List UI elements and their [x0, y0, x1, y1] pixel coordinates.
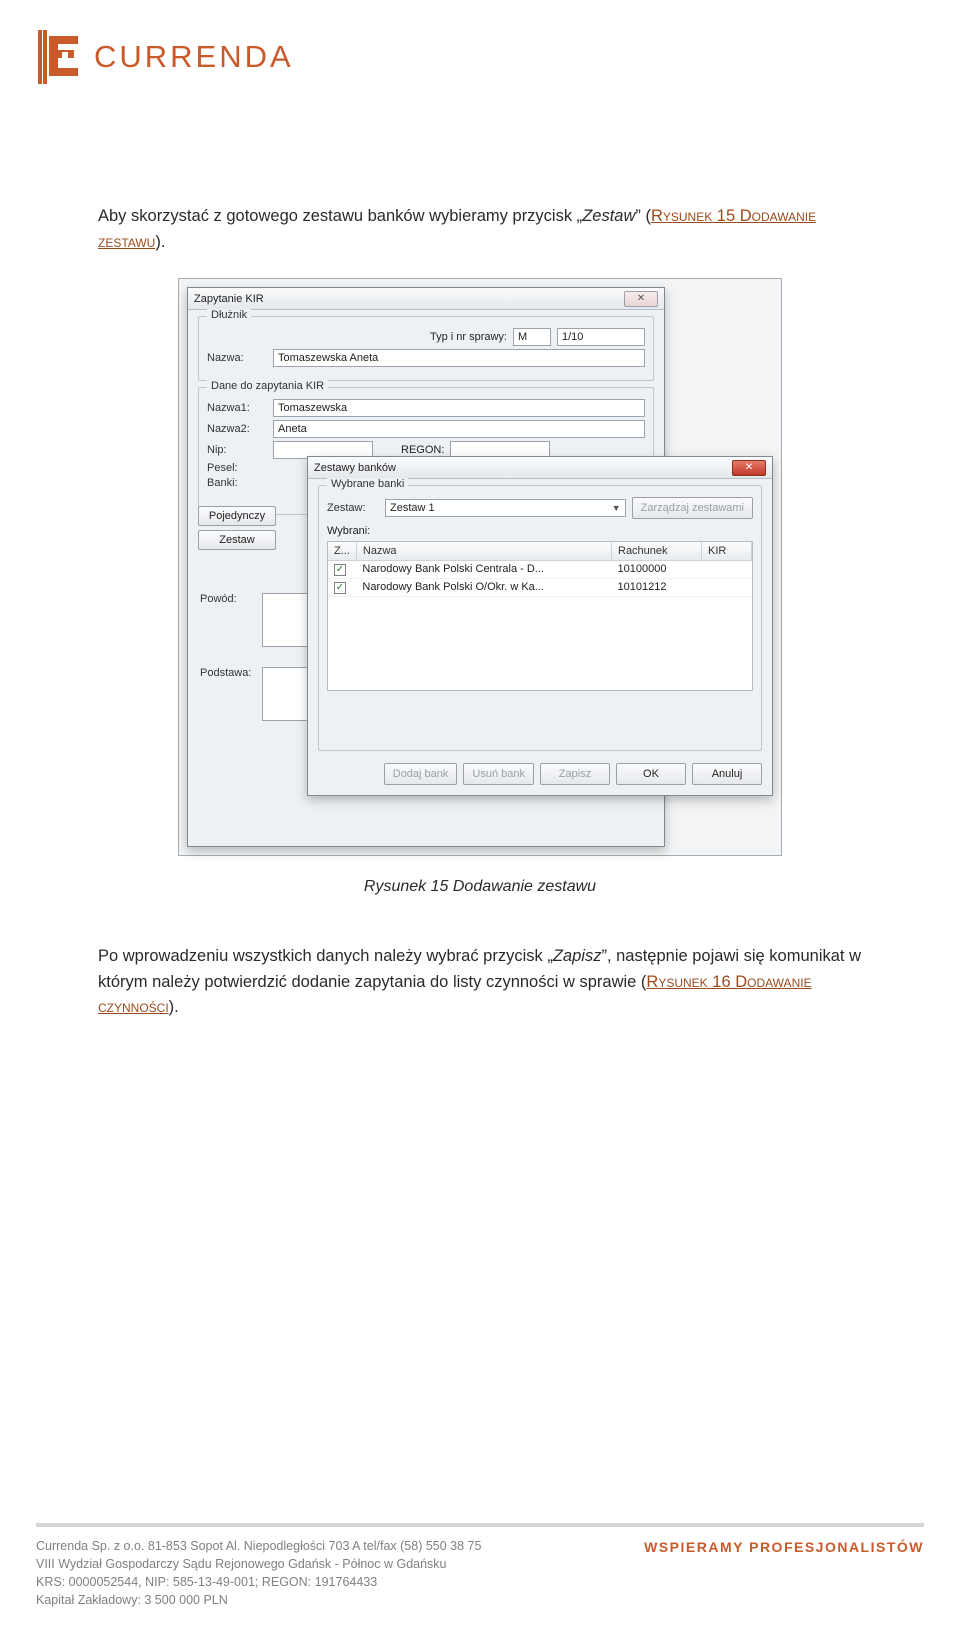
label-pesel: Pesel: [207, 462, 267, 474]
figure-caption: Rysunek 15 Dodawanie zestawu [0, 878, 960, 896]
p1-btn: Zestaw [582, 207, 635, 225]
p1-post: ). [155, 233, 165, 251]
checked-icon[interactable]: ✓ [334, 582, 346, 594]
p2-btn: Zapisz [553, 947, 602, 965]
footer-address: Currenda Sp. z o.o. 81-853 Sopot Al. Nie… [36, 1537, 481, 1610]
sets-title: Zestawy banków [314, 462, 396, 474]
checked-icon[interactable]: ✓ [334, 564, 346, 576]
label-wybrani: Wybrani: [327, 525, 370, 537]
table-row[interactable]: ✓ Narodowy Bank Polski Centrala - D... 1… [328, 560, 752, 578]
label-regon: REGON: [401, 444, 444, 456]
label-nip: Nip: [207, 444, 267, 456]
legend-dane: Dane do zapytania KIR [207, 380, 328, 392]
pojedynczy-button[interactable]: Pojedynczy [198, 506, 276, 526]
label-banki: Banki: [207, 477, 267, 489]
chevron-down-icon: ▼ [612, 503, 621, 513]
table-row[interactable]: ✓ Narodowy Bank Polski O/Okr. w Ka... 10… [328, 578, 752, 596]
input-nr[interactable]: 1/10 [557, 328, 645, 346]
zestaw-button[interactable]: Zestaw [198, 530, 276, 550]
paragraph-1: Aby skorzystać z gotowego zestawu banków… [98, 204, 862, 255]
col-nazwa[interactable]: Nazwa [356, 542, 611, 560]
input-nazwa1[interactable]: Tomaszewska [273, 399, 645, 417]
currenda-logo-icon [38, 30, 80, 84]
label-zestaw: Zestaw: [327, 502, 379, 514]
p2-pre: Po wprowadzeniu wszystkich danych należy… [98, 947, 553, 965]
close-icon[interactable]: ✕ [624, 291, 658, 307]
legend-dluznik: Dłużnik [207, 309, 251, 321]
col-z[interactable]: Z... [328, 542, 356, 560]
side-buttons: Pojedynczy Zestaw [198, 506, 276, 550]
label-nazwa: Nazwa: [207, 352, 267, 364]
input-nazwa2[interactable]: Aneta [273, 420, 645, 438]
input-typ[interactable]: M [513, 328, 551, 346]
input-nazwa[interactable]: Tomaszewska Aneta [273, 349, 645, 367]
sets-titlebar: Zestawy banków ✕ [308, 457, 772, 479]
footer-l4: Kapitał Zakładowy: 3 500 000 PLN [36, 1591, 481, 1609]
dialog-zestawy-bankow: Zestawy banków ✕ Wybrane banki Zestaw: Z… [307, 456, 773, 796]
label-typ: Typ i nr sprawy: [430, 331, 507, 343]
col-rachunek[interactable]: Rachunek [612, 542, 702, 560]
label-nazwa2: Nazwa2: [207, 423, 267, 435]
page-footer: Currenda Sp. z o.o. 81-853 Sopot Al. Nie… [36, 1523, 924, 1610]
group-dluznik: Dłużnik Typ i nr sprawy: M 1/10 Nazwa: T… [198, 316, 654, 381]
footer-slogan: WSPIERAMY PROFESJONALISTÓW [644, 1537, 924, 1557]
legend-wybrane: Wybrane banki [327, 478, 408, 490]
kir-titlebar: Zapytanie KIR ✕ [188, 288, 664, 310]
p1-pre: Aby skorzystać z gotowego zestawu banków… [98, 207, 582, 225]
banks-table: Z... Nazwa Rachunek KIR ✓ Narodowy Bank … [327, 541, 753, 691]
footer-l1: Currenda Sp. z o.o. 81-853 Sopot Al. Nie… [36, 1537, 481, 1555]
footer-l2: VIII Wydział Gospodarczy Sądu Rejonowego… [36, 1555, 481, 1573]
sets-zapisz-button[interactable]: Zapisz [540, 763, 610, 785]
label-nazwa1: Nazwa1: [207, 402, 267, 414]
p1-mid: ” ( [635, 207, 651, 225]
kir-title: Zapytanie KIR [194, 293, 264, 305]
close-icon[interactable]: ✕ [732, 460, 766, 476]
label-podstawa: Podstawa: [200, 667, 254, 679]
col-kir[interactable]: KIR [702, 542, 752, 560]
manage-sets-button[interactable]: Zarządzaj zestawami [632, 497, 753, 519]
brand-name: CURRENDA [94, 39, 294, 75]
dodaj-bank-button[interactable]: Dodaj bank [384, 763, 458, 785]
label-powod: Powód: [200, 593, 254, 605]
group-wybrane-banki: Wybrane banki Zestaw: Zestaw 1 ▼ Zarządz… [318, 485, 762, 751]
p2-post: ). [169, 998, 179, 1016]
embedded-screenshot: Zapytanie KIR ✕ Dłużnik Typ i nr sprawy:… [178, 278, 782, 856]
footer-l3: KRS: 0000052544, NIP: 585-13-49-001; REG… [36, 1573, 481, 1591]
ok-button[interactable]: OK [616, 763, 686, 785]
sets-anuluj-button[interactable]: Anuluj [692, 763, 762, 785]
usun-bank-button[interactable]: Usuń bank [463, 763, 534, 785]
brand-header: CURRENDA [38, 30, 294, 84]
select-zestaw[interactable]: Zestaw 1 ▼ [385, 499, 626, 517]
paragraph-2: Po wprowadzeniu wszystkich danych należy… [98, 944, 862, 1021]
